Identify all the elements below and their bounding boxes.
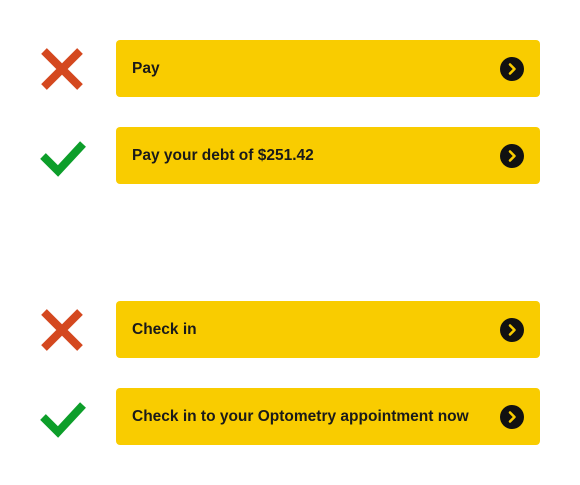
button-label: Check in (132, 320, 197, 338)
check-in-appointment-button[interactable]: Check in to your Optometry appointment n… (116, 388, 540, 445)
check-icon (40, 141, 86, 177)
cross-icon (41, 309, 83, 351)
example-row: Pay your debt of $251.42 (0, 127, 580, 184)
button-label: Pay your debt of $251.42 (132, 146, 314, 164)
chevron-right-circle-icon (500, 404, 524, 429)
pay-debt-button[interactable]: Pay your debt of $251.42 (116, 127, 540, 184)
example-row: Check in (0, 301, 580, 358)
pay-button[interactable]: Pay (116, 40, 540, 97)
check-icon (40, 402, 86, 438)
cross-icon (41, 48, 83, 90)
example-row: Check in to your Optometry appointment n… (0, 388, 580, 445)
chevron-right-circle-icon (500, 317, 524, 342)
example-row: Pay (0, 40, 580, 97)
chevron-right-circle-icon (500, 143, 524, 168)
button-label: Check in to your Optometry appointment n… (132, 407, 469, 425)
button-label: Pay (132, 59, 160, 77)
chevron-right-circle-icon (500, 56, 524, 81)
check-in-button[interactable]: Check in (116, 301, 540, 358)
